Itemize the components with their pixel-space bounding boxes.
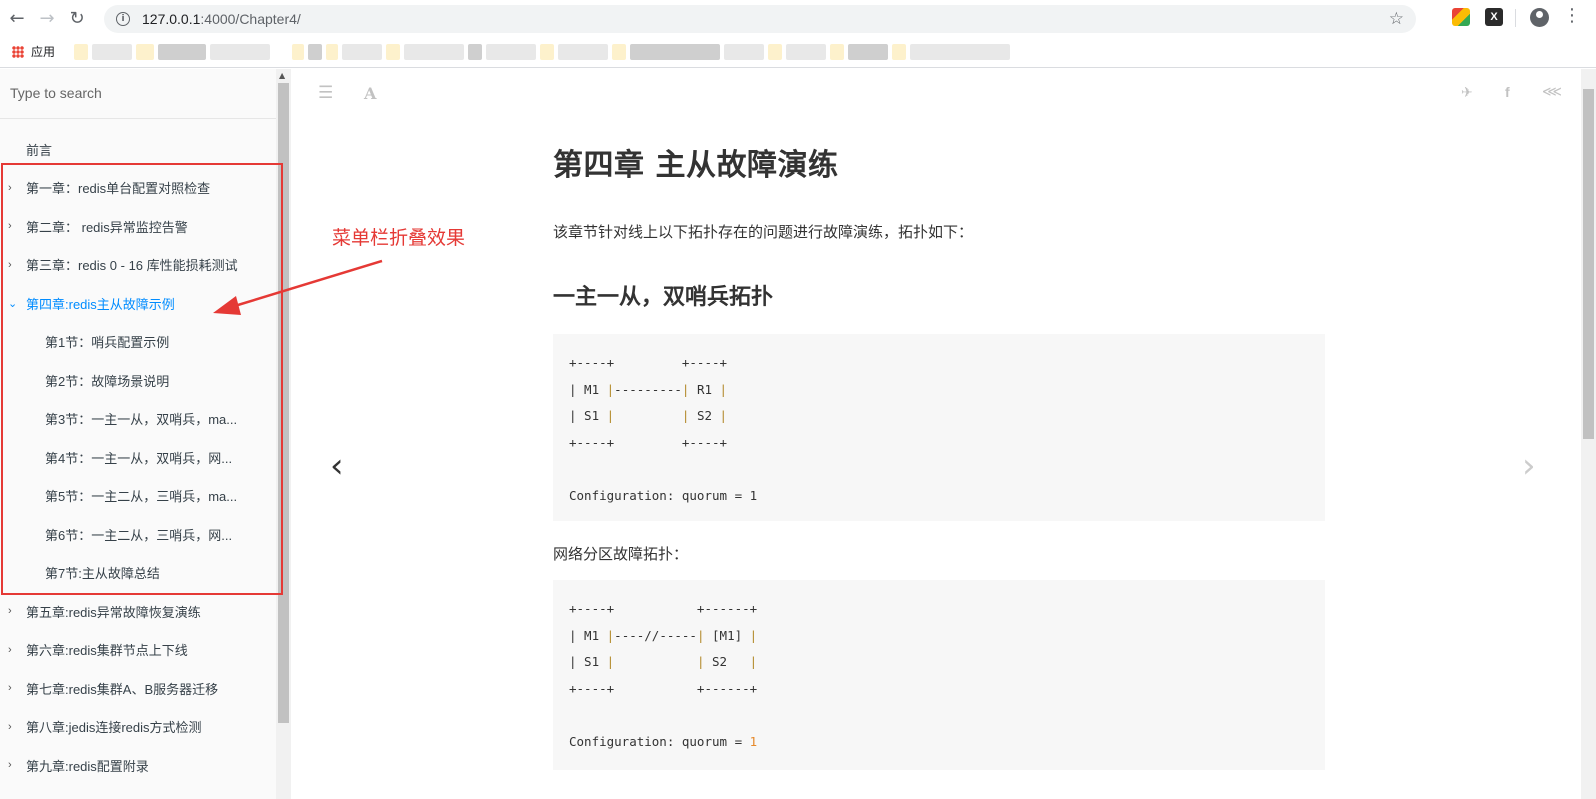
code-line: Configuration: quorum = 1 <box>569 487 758 503</box>
info-icon[interactable]: i <box>116 12 130 26</box>
chevron-right-icon[interactable]: › <box>8 644 12 656</box>
code-text: | <box>749 627 758 643</box>
chevron-right-icon[interactable]: › <box>8 759 12 771</box>
code-text: ----//----- <box>614 627 697 643</box>
extension-x-icon[interactable]: X <box>1485 8 1503 26</box>
browser-toolbar: ← → ↻ i 127.0.0.1:4000/Chapter4/ ☆ X ⋮ <box>0 0 1596 36</box>
page-scroll-thumb[interactable] <box>1583 89 1594 439</box>
bookmarks-bar: 应用 <box>0 36 1596 68</box>
code-text: | M1 <box>569 381 607 397</box>
code-text: S2 <box>689 408 720 423</box>
bookmark-star-icon[interactable]: ☆ <box>1389 9 1404 29</box>
toc-item-chapter5[interactable]: › 第五章:redis异常故障恢复演练 <box>0 592 275 631</box>
toc-item-chapter7[interactable]: › 第七章:redis集群A、B服务器迁移 <box>0 669 275 708</box>
address-bar[interactable]: i 127.0.0.1:4000/Chapter4/ ☆ <box>104 5 1416 33</box>
code-line: +----+ +------+ <box>569 601 758 616</box>
code-text: | <box>749 654 758 669</box>
apps-grid-icon[interactable] <box>12 45 24 58</box>
extension-icon[interactable] <box>1452 8 1470 26</box>
twitter-icon[interactable]: ✈ <box>1461 85 1473 101</box>
toc-item-chapter6[interactable]: › 第六章:redis集群节点上下线 <box>0 631 275 670</box>
toc-label: 前言 <box>26 142 53 158</box>
profile-avatar-icon[interactable] <box>1530 8 1549 27</box>
toc-label: 第九章:redis配置附录 <box>26 758 149 774</box>
chevron-right-icon[interactable]: › <box>8 721 12 733</box>
section-paragraph: 网络分区故障拓扑： <box>553 545 689 563</box>
forward-icon[interactable]: → <box>34 5 60 31</box>
code-text: Configuration: quorum = <box>569 733 750 749</box>
code-line: +----+ +----+ <box>569 355 728 370</box>
code-text: | <box>696 627 705 643</box>
code-line: +----+ +------+ <box>569 680 758 696</box>
toc-item-chapter8[interactable]: › 第八章:jedis连接redis方式检测 <box>0 708 275 747</box>
code-text: | S1 <box>569 654 607 669</box>
scroll-up-icon[interactable]: ▲ <box>279 71 285 80</box>
section-heading: 一主一从，双哨兵拓扑 <box>553 285 774 310</box>
url-host: 127.0.0.1 <box>142 11 201 27</box>
annotation-label: 菜单栏折叠效果 <box>332 227 466 249</box>
previous-page-icon[interactable]: ‹ <box>330 446 344 486</box>
toc-label: 第八章:jedis连接redis方式检测 <box>26 720 202 736</box>
code-block-topology-1: +----+ +----+ | M1 |---------| R1 | | S1… <box>553 334 1325 521</box>
more-menu-icon[interactable]: ⋮ <box>1563 7 1581 25</box>
code-number: 1 <box>749 733 758 749</box>
search-input[interactable] <box>10 85 260 101</box>
intro-paragraph: 该章节针对线上以下拓扑存在的问题进行故障演练，拓扑如下： <box>553 223 974 241</box>
page-scrollbar[interactable] <box>1581 69 1596 799</box>
code-text: | S1 <box>569 408 607 423</box>
code-text: --------- <box>614 381 682 397</box>
toc-label: 第五章:redis异常故障恢复演练 <box>26 604 201 620</box>
toc-item-chapter9[interactable]: › 第九章:redis配置附录 <box>0 746 275 785</box>
blurred-bookmarks <box>74 44 1010 60</box>
code-text: | <box>719 408 728 423</box>
chevron-right-icon[interactable]: › <box>8 605 12 617</box>
facebook-icon[interactable]: f <box>1505 84 1510 100</box>
toc-label: 第七章:redis集群A、B服务器迁移 <box>26 681 219 697</box>
toc-label: 第六章:redis集群节点上下线 <box>26 643 188 659</box>
code-line: +----+ +----+ <box>569 434 728 450</box>
annotation-highlight-box <box>1 163 283 595</box>
code-text: [M1] <box>704 627 750 643</box>
url-path: :4000/Chapter4/ <box>200 11 301 27</box>
code-text: S2 <box>704 654 750 669</box>
page-content: 第四章 主从故障演练 该章节针对线上以下拓扑存在的问题进行故障演练，拓扑如下： … <box>553 140 1325 770</box>
apps-bookmark[interactable]: 应用 <box>31 43 55 60</box>
reload-icon[interactable]: ↻ <box>64 5 90 31</box>
share-icon[interactable]: ⋘ <box>1542 84 1562 100</box>
code-text: R1 <box>689 381 720 397</box>
code-text: | M1 <box>569 627 607 643</box>
chevron-right-icon[interactable]: › <box>8 682 12 694</box>
back-icon[interactable]: ← <box>4 5 30 31</box>
font-settings-icon[interactable]: A <box>364 84 376 103</box>
next-page-icon[interactable]: › <box>1522 446 1536 486</box>
page-title: 第四章 主从故障演练 <box>553 148 839 183</box>
code-text: | <box>719 381 728 397</box>
divider <box>1515 9 1516 27</box>
code-block-topology-2: +----+ +------+ | M1 |----//-----| [M1] … <box>553 580 1325 770</box>
code-text: | <box>696 654 705 669</box>
url-text[interactable]: 127.0.0.1:4000/Chapter4/ <box>142 11 301 27</box>
search-box <box>0 69 290 119</box>
toggle-sidebar-icon[interactable]: ☰ <box>318 83 333 103</box>
